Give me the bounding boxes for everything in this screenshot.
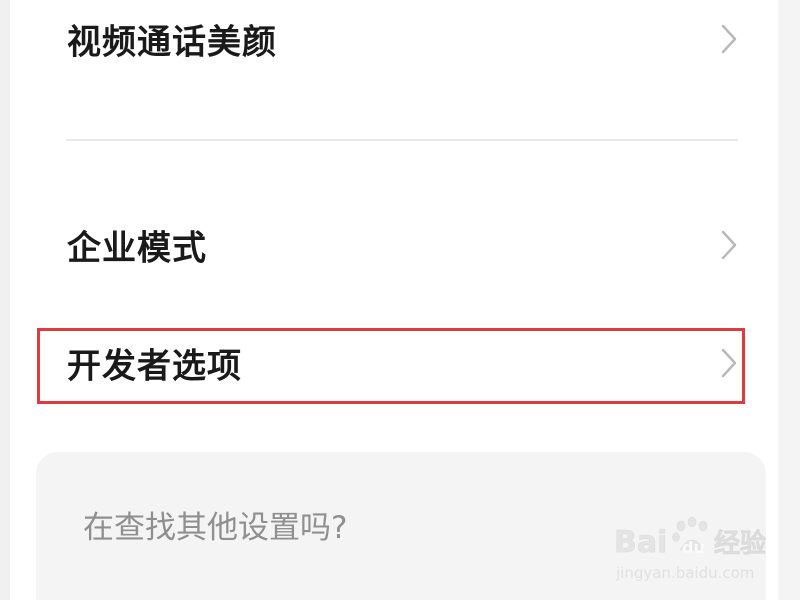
settings-page: 视频通话美颜 企业模式 开发者选项 在查找其他设置吗? Bai du 经验 ji… [0,0,800,600]
svg-text:jingyan.baidu.com: jingyan.baidu.com [615,564,754,582]
suggestion-link-partial[interactable] [83,590,253,600]
watermark-logo: Bai du 经验 jingyan.baidu.com [614,516,784,586]
settings-row-enterprise-mode[interactable]: 企业模式 [0,200,800,290]
highlight-annotation-box [37,328,745,404]
svg-text:du: du [682,538,705,557]
suggestion-prompt: 在查找其他设置吗? [83,510,348,546]
settings-row-label: 企业模式 [67,228,207,269]
settings-row-label: 视频通话美颜 [67,22,277,63]
chevron-right-icon [718,23,740,55]
settings-row-video-call-beauty[interactable]: 视频通话美颜 [0,0,800,84]
chevron-right-icon [718,229,740,261]
left-edge [0,0,10,600]
right-edge [778,0,800,600]
section-divider [66,139,738,141]
svg-text:经验: 经验 [714,528,766,559]
svg-text:Bai: Bai [614,525,667,560]
